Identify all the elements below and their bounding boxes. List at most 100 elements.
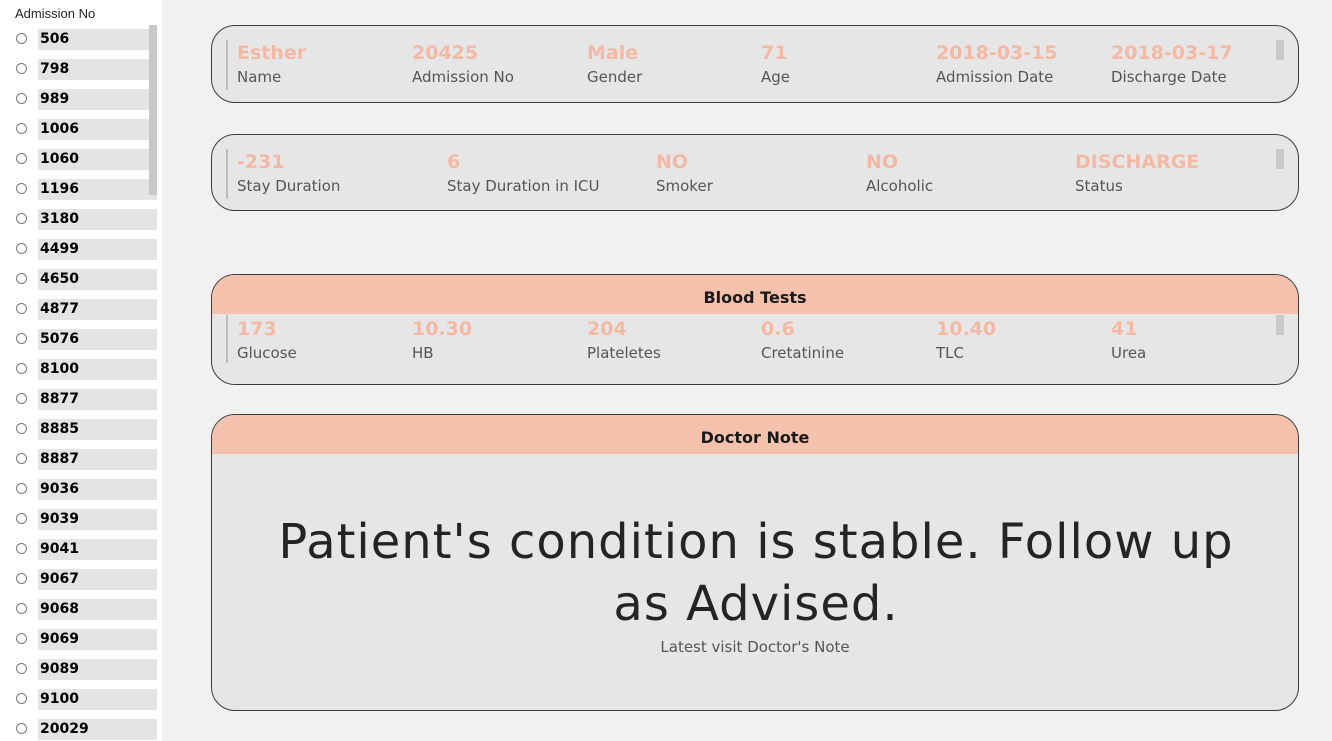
radio-button-icon[interactable] [16, 723, 27, 734]
slicer-item[interactable]: 1060 [0, 145, 162, 175]
radio-button-icon[interactable] [16, 573, 27, 584]
field-stay-duration: -231 Stay Duration [237, 150, 340, 197]
slicer-item-label: 5076 [38, 329, 157, 350]
doctor-note-header: Doctor Note [212, 415, 1298, 454]
blood-tests-header: Blood Tests [212, 275, 1298, 314]
field-glucose: 173 Glucose [237, 317, 297, 364]
radio-button-icon[interactable] [16, 363, 27, 374]
age-value: 71 [761, 42, 788, 64]
radio-button-icon[interactable] [16, 453, 27, 464]
slicer-item[interactable]: 9041 [0, 535, 162, 565]
slicer-item[interactable]: 4877 [0, 295, 162, 325]
slicer-item[interactable]: 9068 [0, 595, 162, 625]
admission-no-slicer: Admission No 506 798 989 1006 1060 1196 3180 44… [0, 0, 162, 741]
slicer-item[interactable]: 9069 [0, 625, 162, 655]
slicer-item[interactable]: 8100 [0, 355, 162, 385]
alcoholic-value: NO [866, 151, 899, 173]
radio-button-icon[interactable] [16, 333, 27, 344]
slicer-item-label: 9041 [38, 539, 157, 560]
slicer-item[interactable]: 4499 [0, 235, 162, 265]
slicer-item-label: 9036 [38, 479, 157, 500]
radio-button-icon[interactable] [16, 663, 27, 674]
slicer-item-label: 989 [38, 89, 157, 110]
slicer-item[interactable]: 5076 [0, 325, 162, 355]
slicer-title: Admission No [15, 6, 96, 21]
slicer-list: 506 798 989 1006 1060 1196 3180 4499 4650 4877 507… [0, 25, 162, 741]
radio-button-icon[interactable] [16, 273, 27, 284]
slicer-item[interactable]: 1006 [0, 115, 162, 145]
stay-duration-value: -231 [237, 151, 285, 173]
slicer-item[interactable]: 9067 [0, 565, 162, 595]
field-age: 71 Age [761, 41, 790, 88]
slicer-item-label: 8887 [38, 449, 157, 470]
radio-button-icon[interactable] [16, 123, 27, 134]
slicer-item[interactable]: 9089 [0, 655, 162, 685]
doctor-note-card: Doctor Note Patient's condition is stabl… [211, 414, 1299, 711]
slicer-item[interactable]: 8885 [0, 415, 162, 445]
radio-button-icon[interactable] [16, 693, 27, 704]
slicer-item[interactable]: 8887 [0, 445, 162, 475]
blood-tests-card: Blood Tests 173 Glucose 10.30 HB 204 Pla… [211, 274, 1299, 385]
field-tlc: 10.40 TLC [936, 317, 996, 364]
slicer-item[interactable]: 506 [0, 25, 162, 55]
radio-button-icon[interactable] [16, 513, 27, 524]
slicer-item[interactable]: 1196 [0, 175, 162, 205]
doctor-note-text: Patient's condition is stable. Follow up… [278, 514, 1234, 632]
hb-label: HB [412, 344, 434, 362]
radio-button-icon[interactable] [16, 543, 27, 554]
slicer-item-label: 1006 [38, 119, 157, 140]
admission-date-value: 2018-03-15 [936, 42, 1058, 64]
radio-button-icon[interactable] [16, 93, 27, 104]
radio-button-icon[interactable] [16, 633, 27, 644]
field-discharge-date: 2018-03-17 Discharge Date [1111, 41, 1233, 88]
slicer-item[interactable]: 9100 [0, 685, 162, 715]
radio-button-icon[interactable] [16, 153, 27, 164]
admission-no-label: Admission No [412, 68, 514, 86]
hb-value: 10.30 [412, 318, 473, 340]
smoker-value: NO [656, 151, 689, 173]
slicer-item[interactable]: 3180 [0, 205, 162, 235]
slicer-item-label: 9039 [38, 509, 157, 530]
slicer-item[interactable]: 9039 [0, 505, 162, 535]
field-urea: 41 Urea [1111, 317, 1146, 364]
discharge-date-label: Discharge Date [1111, 68, 1227, 86]
card-scrollbar[interactable] [1276, 40, 1284, 60]
card-scrollbar[interactable] [1276, 315, 1284, 335]
radio-button-icon[interactable] [16, 33, 27, 44]
creatinine-label: Cretatinine [761, 344, 845, 362]
radio-button-icon[interactable] [16, 603, 27, 614]
admission-date-label: Admission Date [936, 68, 1054, 86]
radio-button-icon[interactable] [16, 243, 27, 254]
age-label: Age [761, 68, 791, 86]
radio-button-icon[interactable] [16, 183, 27, 194]
alcoholic-label: Alcoholic [866, 177, 934, 195]
slicer-item[interactable]: 989 [0, 85, 162, 115]
gender-label: Gender [587, 68, 643, 86]
admission-no-value: 20425 [412, 42, 479, 64]
slicer-scrollbar[interactable] [149, 25, 157, 195]
slicer-item[interactable]: 8877 [0, 385, 162, 415]
radio-button-icon[interactable] [16, 423, 27, 434]
slicer-item-label: 9067 [38, 569, 157, 590]
slicer-item-label: 9068 [38, 599, 157, 620]
radio-button-icon[interactable] [16, 483, 27, 494]
slicer-item[interactable]: 4650 [0, 265, 162, 295]
radio-button-icon[interactable] [16, 393, 27, 404]
radio-button-icon[interactable] [16, 303, 27, 314]
slicer-item[interactable]: 20029 [0, 715, 162, 741]
glucose-value: 173 [237, 318, 277, 340]
discharge-date-value: 2018-03-17 [1111, 42, 1233, 64]
slicer-item-label: 8100 [38, 359, 157, 380]
slicer-item[interactable]: 798 [0, 55, 162, 85]
radio-button-icon[interactable] [16, 63, 27, 74]
slicer-item[interactable]: 9036 [0, 475, 162, 505]
icu-duration-label: Stay Duration in ICU [447, 177, 600, 195]
urea-value: 41 [1111, 318, 1138, 340]
field-gender: Male Gender [587, 41, 642, 88]
card-scrollbar[interactable] [1276, 149, 1284, 169]
slicer-item-label: 4650 [38, 269, 157, 290]
field-icu-duration: 6 Stay Duration in ICU [447, 150, 599, 197]
field-smoker: NO Smoker [656, 150, 713, 197]
slicer-item-label: 9069 [38, 629, 157, 650]
radio-button-icon[interactable] [16, 213, 27, 224]
